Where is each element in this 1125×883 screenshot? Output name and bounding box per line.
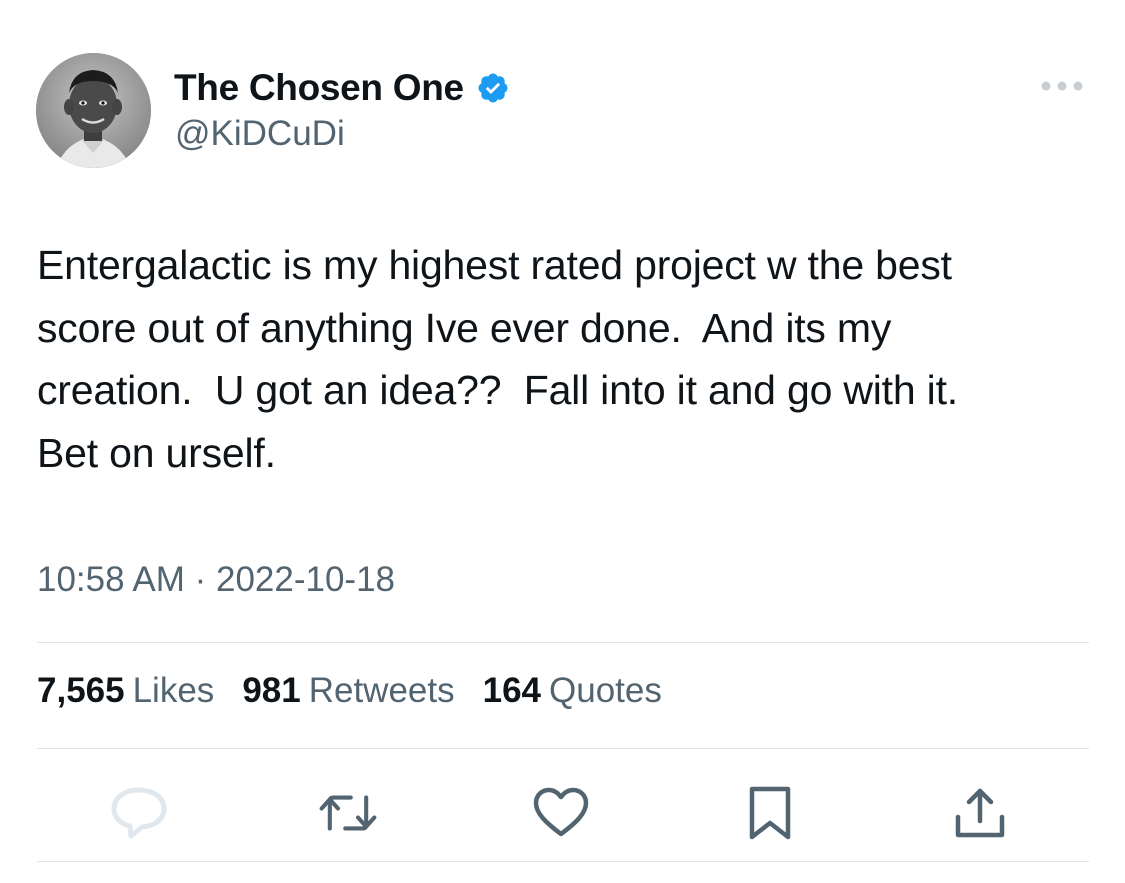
likes-count: 7,565 (37, 671, 125, 710)
reply-button[interactable] (109, 783, 169, 843)
verified-badge-icon (476, 71, 510, 105)
retweets-label: Retweets (308, 671, 455, 710)
reply-icon (111, 787, 167, 839)
share-icon (955, 788, 1005, 838)
likes-label: Likes (132, 671, 215, 710)
likes-stat[interactable]: 7,565 Likes (37, 671, 214, 711)
divider (37, 861, 1089, 862)
retweets-stat[interactable]: 981 Retweets (242, 671, 454, 711)
author-name-row: The Chosen One (174, 66, 510, 110)
retweet-button[interactable] (318, 783, 378, 843)
action-bar (0, 783, 1125, 843)
tweet-detail: The Chosen One @KiDCuDi Entergalactic is… (0, 0, 1125, 883)
user-handle[interactable]: @KiDCuDi (175, 114, 345, 154)
quotes-stat[interactable]: 164 Quotes (483, 671, 662, 711)
divider (37, 642, 1089, 643)
display-name[interactable]: The Chosen One (174, 67, 464, 109)
tweet-timestamp[interactable]: 10:58 AM · 2022-10-18 (37, 560, 395, 600)
bookmark-button[interactable] (740, 783, 800, 843)
avatar-photo (36, 53, 151, 168)
quotes-count: 164 (482, 671, 542, 710)
tweet-text: Entergalactic is my highest rated projec… (37, 242, 958, 476)
avatar[interactable] (36, 53, 151, 168)
more-options-icon[interactable] (1037, 70, 1087, 102)
share-button[interactable] (950, 783, 1010, 843)
like-button[interactable] (531, 783, 591, 843)
divider (37, 748, 1089, 749)
engagement-stats: 7,565 Likes 981 Retweets 164 Quotes (37, 671, 690, 711)
like-icon (533, 787, 589, 837)
quotes-label: Quotes (549, 671, 662, 710)
retweets-count: 981 (242, 671, 301, 710)
retweet-icon (319, 795, 377, 831)
bookmark-icon (749, 786, 791, 840)
